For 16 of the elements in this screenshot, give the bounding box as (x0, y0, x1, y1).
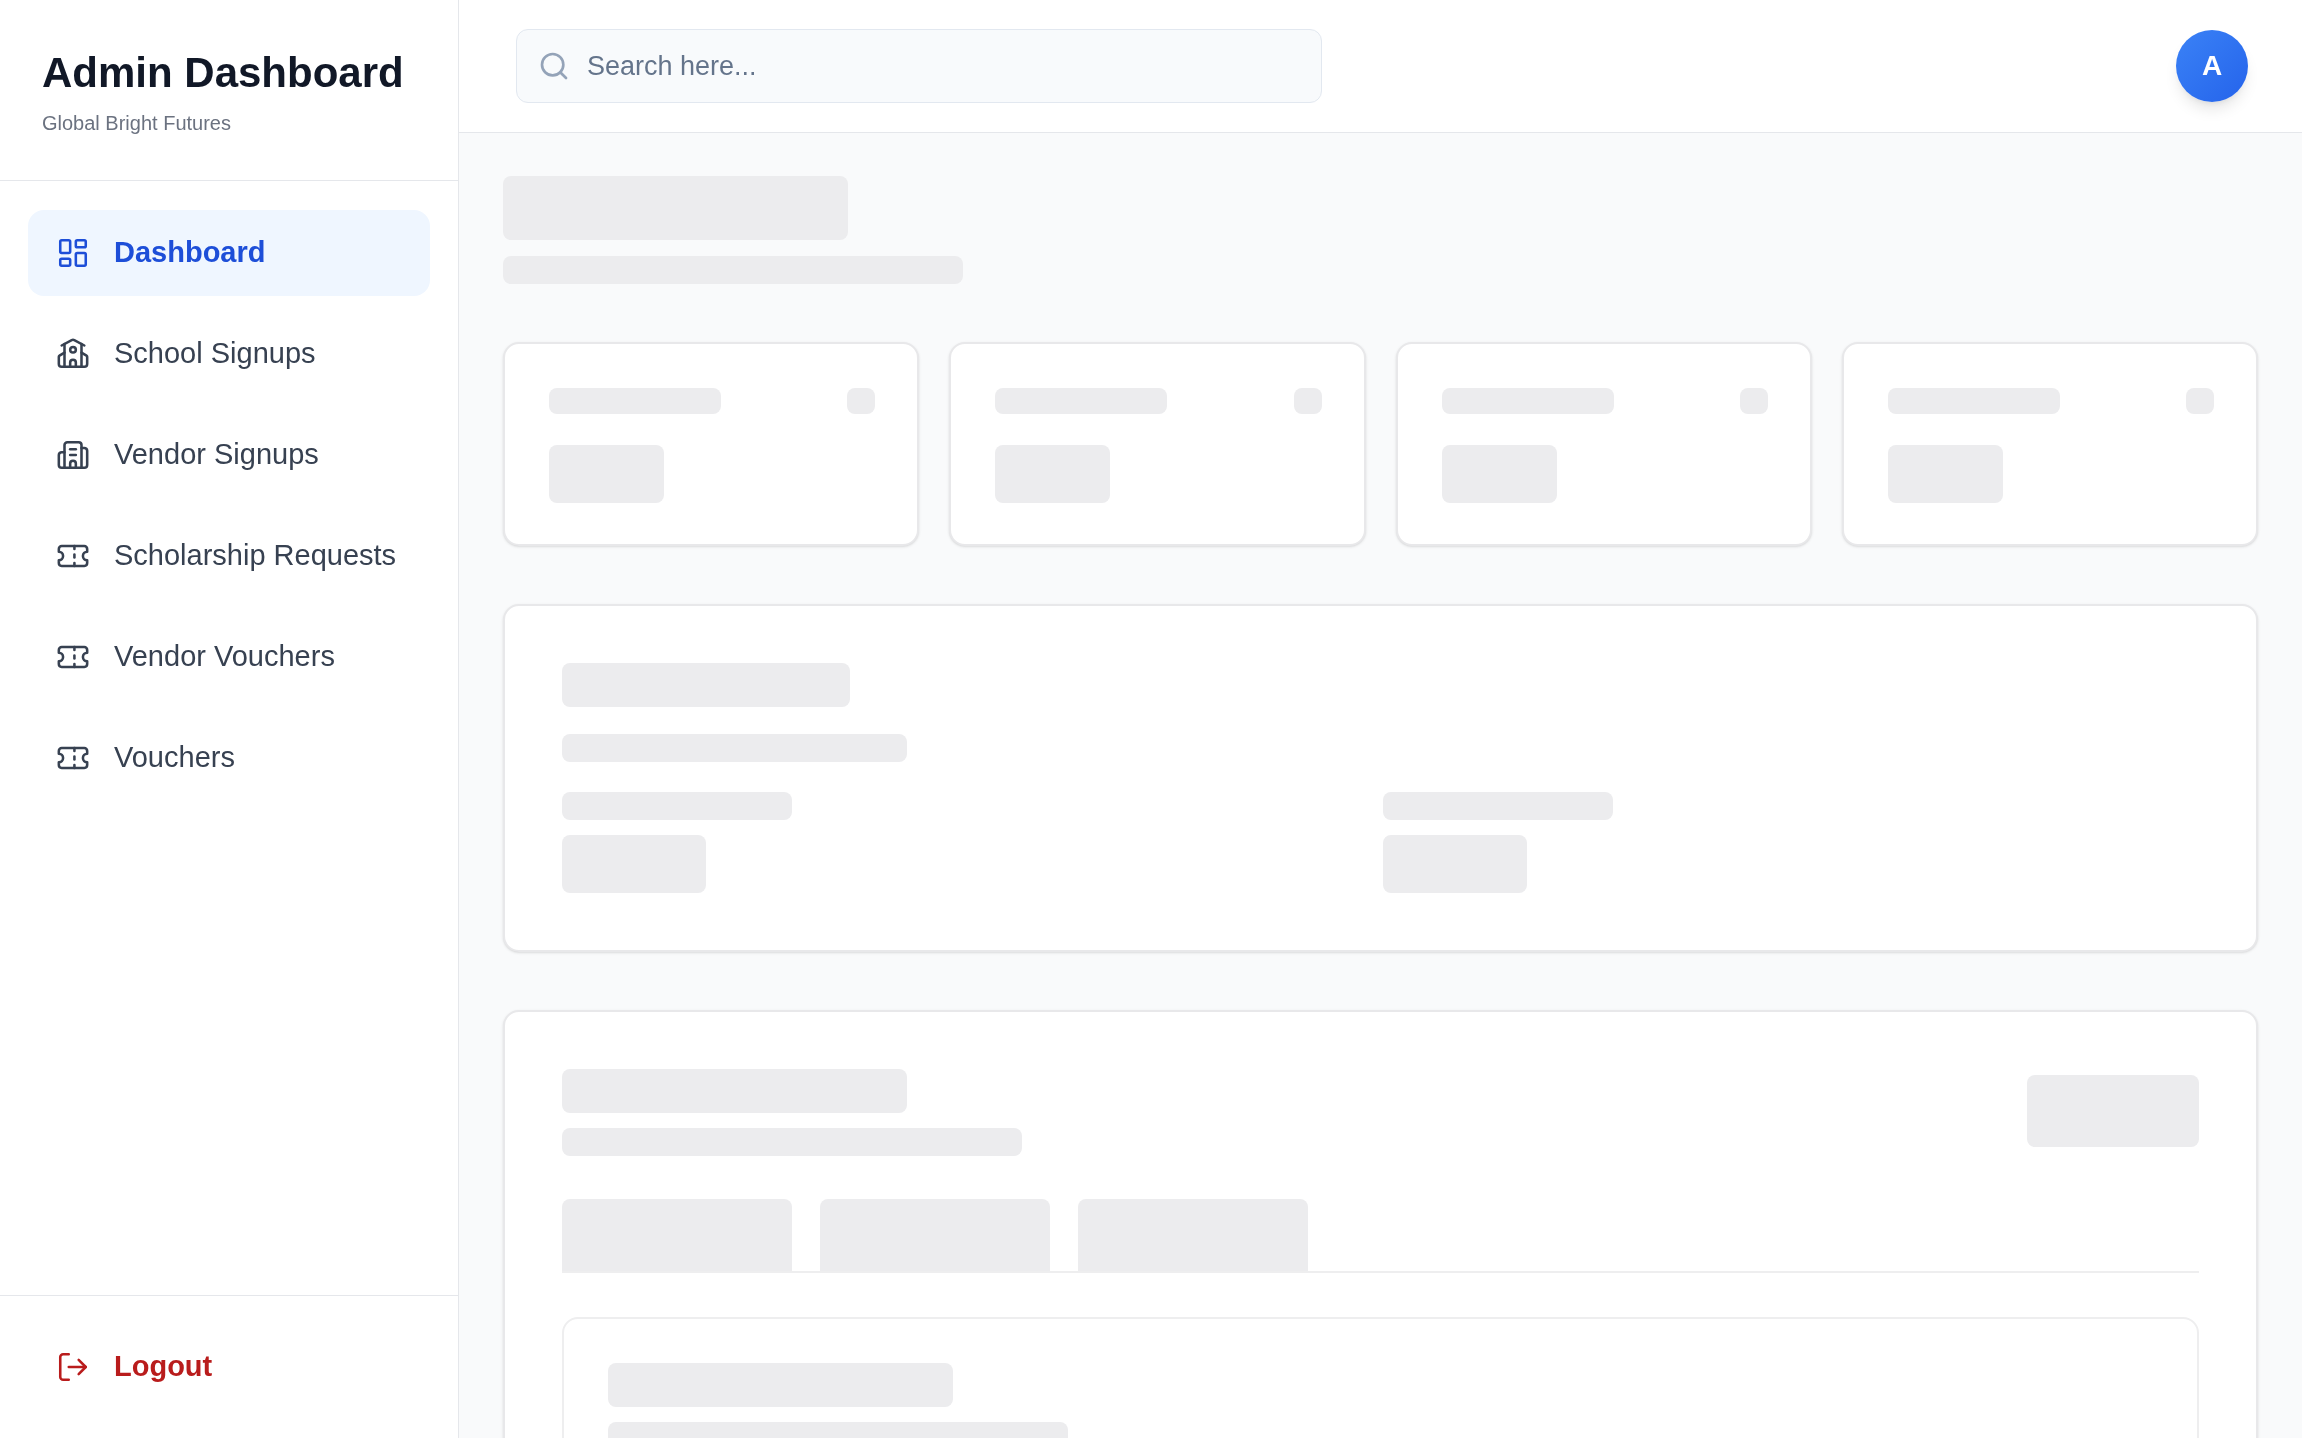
user-avatar[interactable]: A (2176, 30, 2248, 102)
grid-icon (56, 236, 90, 270)
sidebar-item[interactable]: Dashboard (28, 210, 430, 296)
sidebar-item[interactable]: School Signups (28, 311, 430, 397)
app-title: Admin Dashboard (42, 48, 405, 98)
search-icon (538, 50, 570, 82)
sidebar-item[interactable]: Scholarship Requests (28, 513, 430, 599)
app-subtitle: Global Bright Futures (42, 111, 232, 136)
logout-link[interactable]: Logout (28, 1324, 430, 1410)
school-icon (56, 337, 90, 371)
building-icon (56, 438, 90, 472)
logout-icon (56, 1350, 90, 1384)
sidebar-item[interactable]: Vouchers (28, 715, 430, 801)
sidebar-item[interactable]: Vendor Signups (28, 412, 430, 498)
search-field[interactable]: Search here... (516, 29, 1322, 103)
sidebar-item[interactable]: Vendor Vouchers (28, 614, 430, 700)
